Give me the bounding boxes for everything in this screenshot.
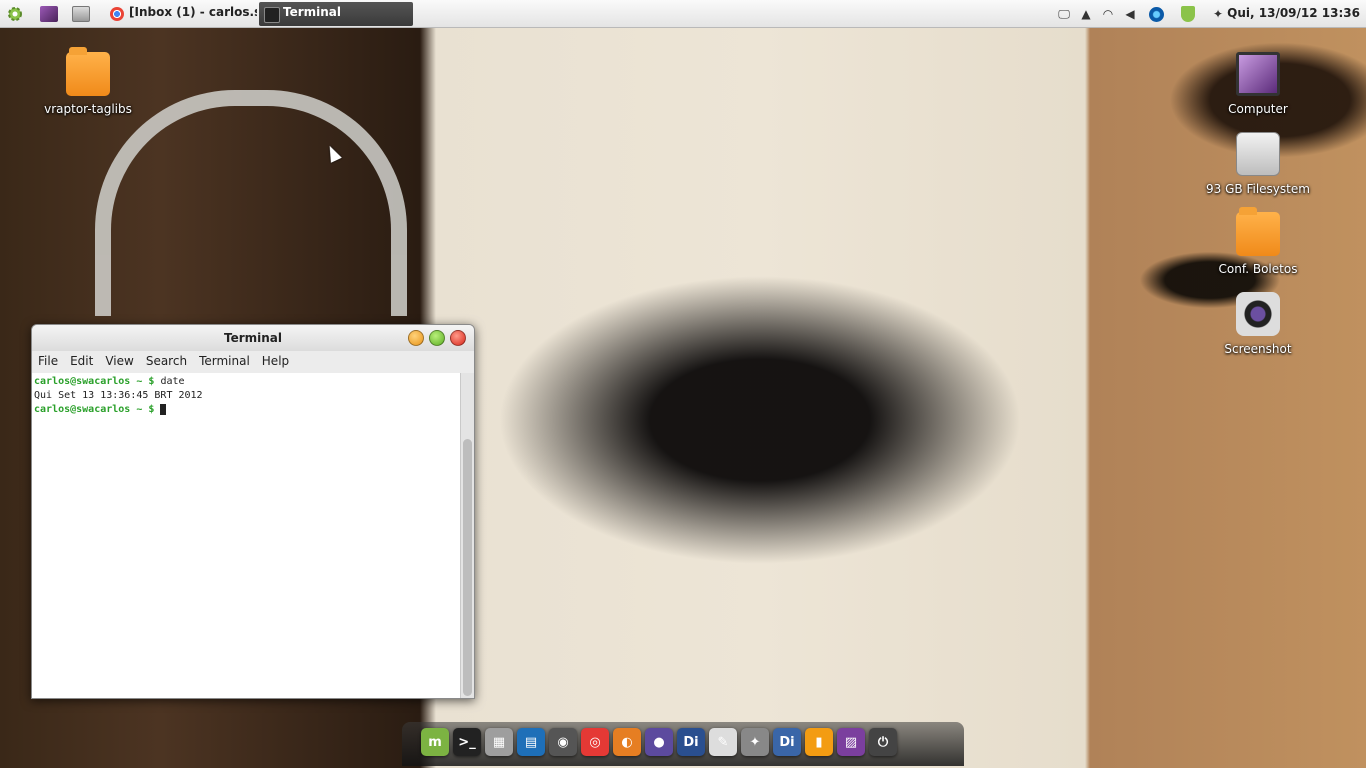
task-label: [Inbox (1) - carlos.sp... (129, 5, 257, 19)
task-terminal[interactable]: Terminal (259, 2, 413, 26)
files-drawer-icon[interactable] (71, 4, 91, 24)
upload-icon[interactable]: ▲ (1078, 6, 1094, 22)
update-icon[interactable] (1148, 6, 1164, 22)
close-button[interactable] (450, 330, 466, 346)
chrome-icon (110, 7, 124, 21)
eclipse-icon[interactable]: ● (645, 728, 673, 756)
desktop-icon-computer[interactable]: Computer (1203, 52, 1313, 116)
files-icon[interactable]: ▮ (805, 728, 833, 756)
terminal-line: carlos@swacarlos ~ $ (34, 403, 460, 417)
task-inbox[interactable]: [Inbox (1) - carlos.sp... (105, 2, 257, 26)
menu-edit[interactable]: Edit (70, 351, 99, 373)
firefox-icon[interactable]: ◐ (613, 728, 641, 756)
image-viewer-icon[interactable] (39, 4, 59, 24)
terminal-menubar: File Edit View Search Terminal Help (32, 351, 474, 374)
terminal-icon[interactable]: >_ (453, 728, 481, 756)
prompt: carlos@swacarlos ~ $ (34, 404, 155, 415)
menu-help[interactable]: Help (262, 351, 295, 373)
desktop-icon-label: vraptor-taglibs (44, 102, 132, 116)
folder-icon (1236, 207, 1280, 256)
terminal-titlebar[interactable]: Terminal (32, 325, 474, 351)
minimize-button[interactable] (408, 330, 424, 346)
desktop-icon-screenshot[interactable]: Screenshot (1203, 292, 1313, 356)
shutdown-icon[interactable]: ⏻ (869, 728, 897, 756)
shield-icon[interactable] (1180, 6, 1196, 22)
scrollbar-thumb[interactable] (463, 439, 472, 696)
mint-menu-icon[interactable]: m (421, 728, 449, 756)
chrome-icon[interactable]: ◎ (581, 728, 609, 756)
desktop-icon-label: 93 GB Filesystem (1206, 182, 1310, 196)
window-title: Terminal (223, 331, 283, 345)
image-viewer-icon[interactable]: ▨ (837, 728, 865, 756)
maximize-button[interactable] (429, 330, 445, 346)
volume-icon[interactable]: ◀ (1122, 6, 1138, 22)
desktop-icon-conf-boletos[interactable]: Conf. Boletos (1203, 207, 1313, 276)
terminal-line: Qui Set 13 13:36:45 BRT 2012 (34, 389, 460, 403)
text-cursor (160, 403, 167, 415)
command: date (154, 376, 185, 387)
wallpaper-headphones (95, 90, 407, 316)
wifi-icon[interactable]: ◠ (1100, 6, 1116, 22)
display-icon[interactable]: 🖵 (1056, 6, 1072, 22)
menu-search[interactable]: Search (146, 351, 193, 373)
menu-view[interactable]: View (105, 351, 139, 373)
document-icon[interactable]: ▤ (517, 728, 545, 756)
top-panel: [Inbox (1) - carlos.sp... Terminal 🖵 ▲ ◠… (0, 0, 1366, 28)
output: Qui Set 13 13:36:45 BRT 2012 (34, 390, 203, 401)
calculator-icon[interactable]: ▦ (485, 728, 513, 756)
scrollbar[interactable] (460, 373, 474, 698)
desktop-icon-vraptor-taglibs[interactable]: vraptor-taglibs (33, 47, 143, 116)
desktop-icon-label: Computer (1228, 102, 1288, 116)
desktop-icon-label: Conf. Boletos (1218, 262, 1298, 276)
task-label: Terminal (283, 5, 342, 19)
dia-alt-icon[interactable]: Di (773, 728, 801, 756)
clock[interactable]: Qui, 13/09/12 13:36 (1227, 6, 1360, 20)
dia-icon[interactable]: Di (677, 728, 705, 756)
folder-icon (66, 47, 110, 96)
camera-icon (1236, 292, 1280, 336)
terminal-line: carlos@swacarlos ~ $ date (34, 375, 460, 389)
drive-icon (1236, 132, 1280, 176)
desktop-icon-label: Screenshot (1224, 342, 1292, 356)
prompt: carlos@swacarlos ~ $ (34, 376, 155, 387)
gear-icon[interactable] (5, 4, 25, 24)
text-editor-icon[interactable]: ✎ (709, 728, 737, 756)
terminal-icon (264, 7, 280, 23)
inkscape-icon[interactable]: ✦ (741, 728, 769, 756)
terminal-window[interactable]: Terminal File Edit View Search Terminal … (31, 324, 475, 699)
dropbox-icon[interactable]: ✦ (1210, 6, 1226, 22)
menu-file[interactable]: File (38, 351, 64, 373)
menu-terminal[interactable]: Terminal (199, 351, 256, 373)
desktop-icon-filesystem[interactable]: 93 GB Filesystem (1203, 132, 1313, 196)
screenshot-icon[interactable]: ◉ (549, 728, 577, 756)
terminal-screen[interactable]: carlos@swacarlos ~ $ date Qui Set 13 13:… (32, 373, 460, 698)
computer-icon (1236, 52, 1280, 96)
dock: m >_ ▦ ▤ ◉ ◎ ◐ ● Di ✎ ✦ Di ▮ ▨ ⏻ (402, 722, 964, 766)
